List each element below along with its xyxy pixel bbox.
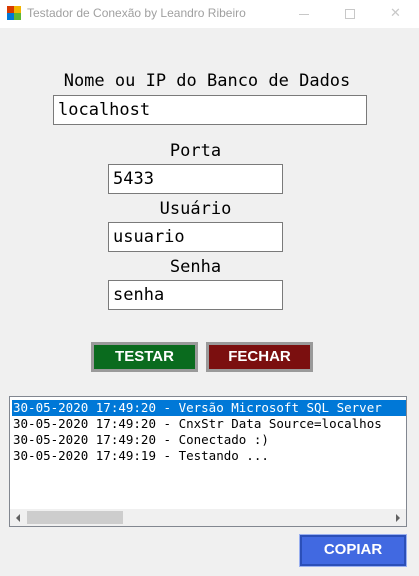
close-icon[interactable]: ✕ — [373, 0, 419, 28]
minimize-icon[interactable] — [281, 0, 327, 28]
log-line[interactable]: 30-05-2020 17:49:19 - Testando ... — [12, 448, 269, 464]
password-label: Senha — [169, 257, 222, 277]
port-field[interactable] — [108, 164, 283, 194]
log-list[interactable]: 30-05-2020 17:49:20 - Versão Microsoft S… — [9, 396, 407, 527]
window-title: Testador de Conexão by Leandro Ribeiro — [27, 6, 246, 20]
scrollbar-thumb[interactable] — [27, 511, 123, 524]
user-field[interactable] — [108, 222, 283, 252]
title-bar[interactable]: Testador de Conexão by Leandro Ribeiro ✕ — [0, 0, 419, 28]
test-button[interactable]: TESTAR — [91, 342, 198, 372]
host-field[interactable] — [53, 95, 367, 125]
horizontal-scrollbar[interactable] — [10, 509, 406, 526]
app-icon — [7, 6, 21, 20]
port-label: Porta — [169, 141, 222, 161]
scroll-left-icon[interactable] — [10, 509, 27, 526]
password-field[interactable] — [108, 280, 283, 310]
log-line[interactable]: 30-05-2020 17:49:20 - Conectado :) — [12, 432, 269, 448]
scroll-right-icon[interactable] — [389, 509, 406, 526]
maximize-icon[interactable] — [327, 0, 373, 28]
user-label: Usuário — [159, 199, 232, 219]
log-line-selected[interactable]: 30-05-2020 17:49:20 - Versão Microsoft S… — [12, 400, 406, 416]
copy-button[interactable]: COPIAR — [299, 534, 407, 567]
close-button[interactable]: FECHAR — [206, 342, 313, 372]
log-line[interactable]: 30-05-2020 17:49:20 - CnxStr Data Source… — [12, 416, 382, 432]
host-label: Nome ou IP do Banco de Dados — [63, 71, 351, 91]
